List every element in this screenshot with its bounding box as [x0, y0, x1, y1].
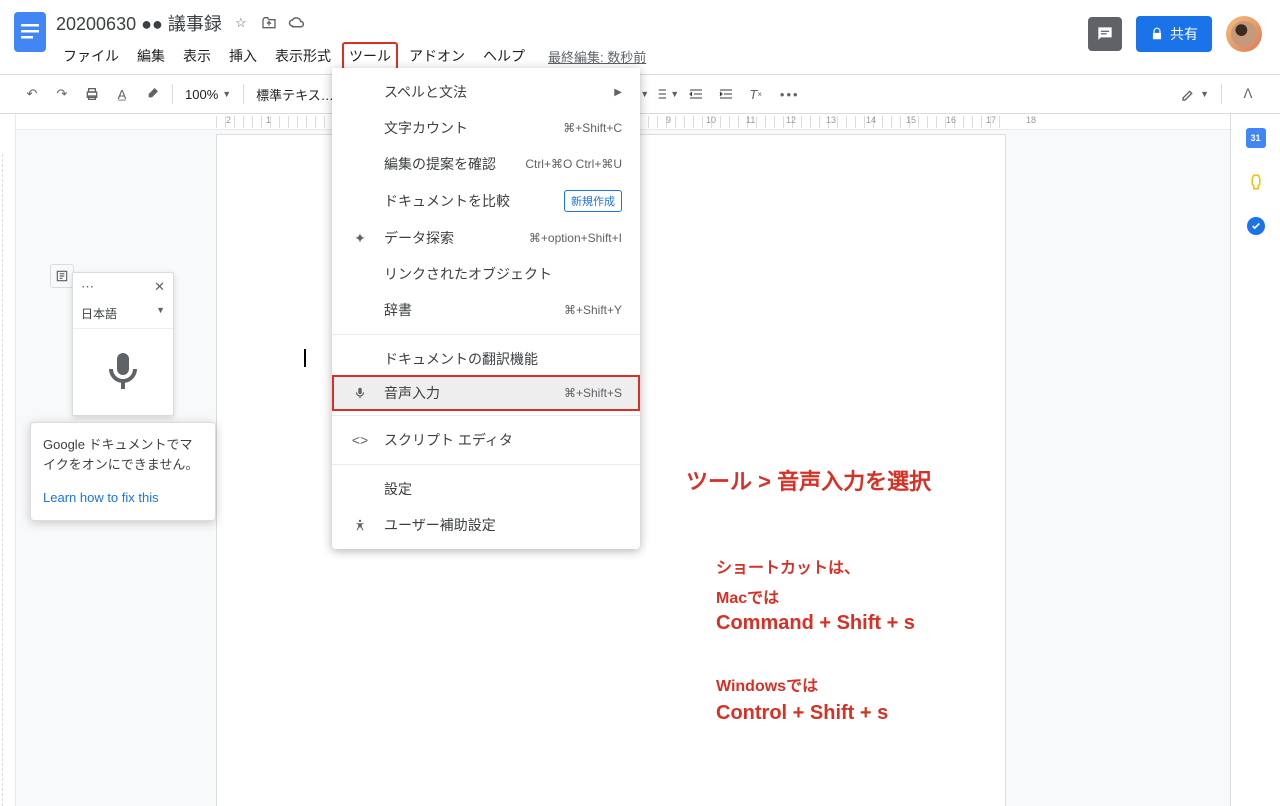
voice-close-icon[interactable]: ✕ [154, 279, 165, 295]
share-button[interactable]: 共有 [1136, 16, 1212, 52]
spellcheck-button[interactable]: A̲ [108, 80, 136, 108]
tasks-icon[interactable] [1246, 216, 1266, 236]
mic-error-tooltip: Google ドキュメントでマ イクをオンにできません。 Learn how t… [30, 422, 216, 521]
calendar-icon[interactable]: 31 [1246, 128, 1266, 148]
outdent-button[interactable] [682, 80, 710, 108]
menu-review-suggestions[interactable]: 編集の提案を確認Ctrl+⌘O Ctrl+⌘U [332, 146, 640, 182]
outline-toggle[interactable] [50, 264, 74, 288]
menu-spelling[interactable]: スペルと文法▶ [332, 74, 640, 110]
menu-explore[interactable]: ✦データ探索⌘+option+Shift+I [332, 220, 640, 256]
annotation-title: ツール > 音声入力を選択 [686, 464, 931, 496]
menu-insert[interactable]: 挿入 [222, 42, 264, 70]
menu-tools[interactable]: ツール [342, 42, 398, 70]
annotation-shortcut-label: ショートカットは、 [716, 554, 860, 578]
keep-icon[interactable] [1246, 172, 1266, 192]
menu-compare-docs[interactable]: ドキュメントを比較新規作成 [332, 182, 640, 220]
indent-button[interactable] [712, 80, 740, 108]
annotation-mac-shortcut: Command + Shift + s [716, 612, 915, 635]
toolbar: ↶ ↷ A̲ 100%▼ 標準テキス…▼ A ▼ ▼ ▼ ▼ ▼ T× ••• … [0, 74, 1280, 114]
number-list-button[interactable]: ▼ [652, 80, 680, 108]
annotation-win-shortcut: Control + Shift + s [716, 702, 888, 725]
print-button[interactable] [78, 80, 106, 108]
annotation-win-label: Windowsでは [716, 672, 818, 696]
menu-format[interactable]: 表示形式 [268, 42, 338, 70]
menu-help[interactable]: ヘルプ [476, 42, 532, 70]
voice-mic-button[interactable] [73, 329, 173, 415]
voice-input-widget[interactable]: ⋯ ✕ 日本語▼ [72, 272, 174, 416]
last-edit-link[interactable]: 最終編集: 数秒前 [548, 47, 646, 66]
clear-format-button[interactable]: T× [742, 80, 770, 108]
vertical-ruler [0, 114, 16, 806]
header-actions: 共有 [1088, 8, 1268, 52]
code-icon: <> [350, 432, 370, 448]
document-title[interactable]: 20200630 ●● 議事録 [56, 10, 222, 36]
star-icon[interactable]: ☆ [232, 14, 250, 32]
lock-icon [1150, 27, 1164, 41]
mic-icon [350, 386, 370, 400]
voice-language-select[interactable]: 日本語▼ [73, 301, 173, 329]
more-tools-button[interactable]: ••• [776, 80, 804, 108]
menu-preferences[interactable]: 設定 [332, 471, 640, 507]
editing-mode-button[interactable]: ▼ [1181, 80, 1209, 108]
annotation-mac-label: Macでは [716, 584, 779, 608]
move-icon[interactable] [260, 14, 278, 32]
collapse-sidebar-button[interactable]: ᐱ [1234, 80, 1262, 108]
docs-app-icon[interactable] [12, 8, 48, 56]
menu-linked-objects[interactable]: リンクされたオブジェクト [332, 256, 640, 292]
comments-button[interactable] [1088, 17, 1122, 51]
undo-button[interactable]: ↶ [18, 80, 46, 108]
explore-icon: ✦ [350, 230, 370, 247]
redo-button[interactable]: ↷ [48, 80, 76, 108]
share-label: 共有 [1170, 24, 1198, 44]
menu-view[interactable]: 表示 [176, 42, 218, 70]
menu-voice-typing[interactable]: 音声入力⌘+Shift+S [332, 375, 640, 411]
menu-dictionary[interactable]: 辞書⌘+Shift+Y [332, 292, 640, 328]
menu-wordcount[interactable]: 文字カウント⌘+Shift+C [332, 110, 640, 146]
menu-script-editor[interactable]: <>スクリプト エディタ [332, 422, 640, 458]
voice-menu-icon[interactable]: ⋯ [81, 279, 94, 295]
paint-format-button[interactable] [138, 80, 166, 108]
text-cursor [304, 349, 306, 367]
menu-accessibility[interactable]: ユーザー補助設定 [332, 507, 640, 543]
title-area: 20200630 ●● 議事録 ☆ ファイル 編集 表示 挿入 表示形式 ツール… [56, 8, 1088, 70]
menubar: ファイル 編集 表示 挿入 表示形式 ツール アドオン ヘルプ 最終編集: 数秒… [56, 42, 1088, 70]
workspace: 21 1 910 1112 1314 1516 1718 ⋯ ✕ 日本語▼ [0, 114, 1280, 806]
zoom-select[interactable]: 100%▼ [179, 87, 237, 102]
menu-addons[interactable]: アドオン [402, 42, 472, 70]
accessibility-icon [350, 518, 370, 532]
menu-file[interactable]: ファイル [56, 42, 126, 70]
menu-translate[interactable]: ドキュメントの翻訳機能 [332, 341, 640, 377]
menu-edit[interactable]: 編集 [130, 42, 172, 70]
cloud-icon[interactable] [288, 14, 306, 32]
tools-dropdown: スペルと文法▶ 文字カウント⌘+Shift+C 編集の提案を確認Ctrl+⌘O … [332, 68, 640, 549]
side-panel: 31 [1230, 114, 1280, 806]
user-avatar[interactable] [1226, 16, 1262, 52]
app-header: 20200630 ●● 議事録 ☆ ファイル 編集 表示 挿入 表示形式 ツール… [0, 0, 1280, 70]
learn-fix-link[interactable]: Learn how to fix this [43, 488, 203, 508]
